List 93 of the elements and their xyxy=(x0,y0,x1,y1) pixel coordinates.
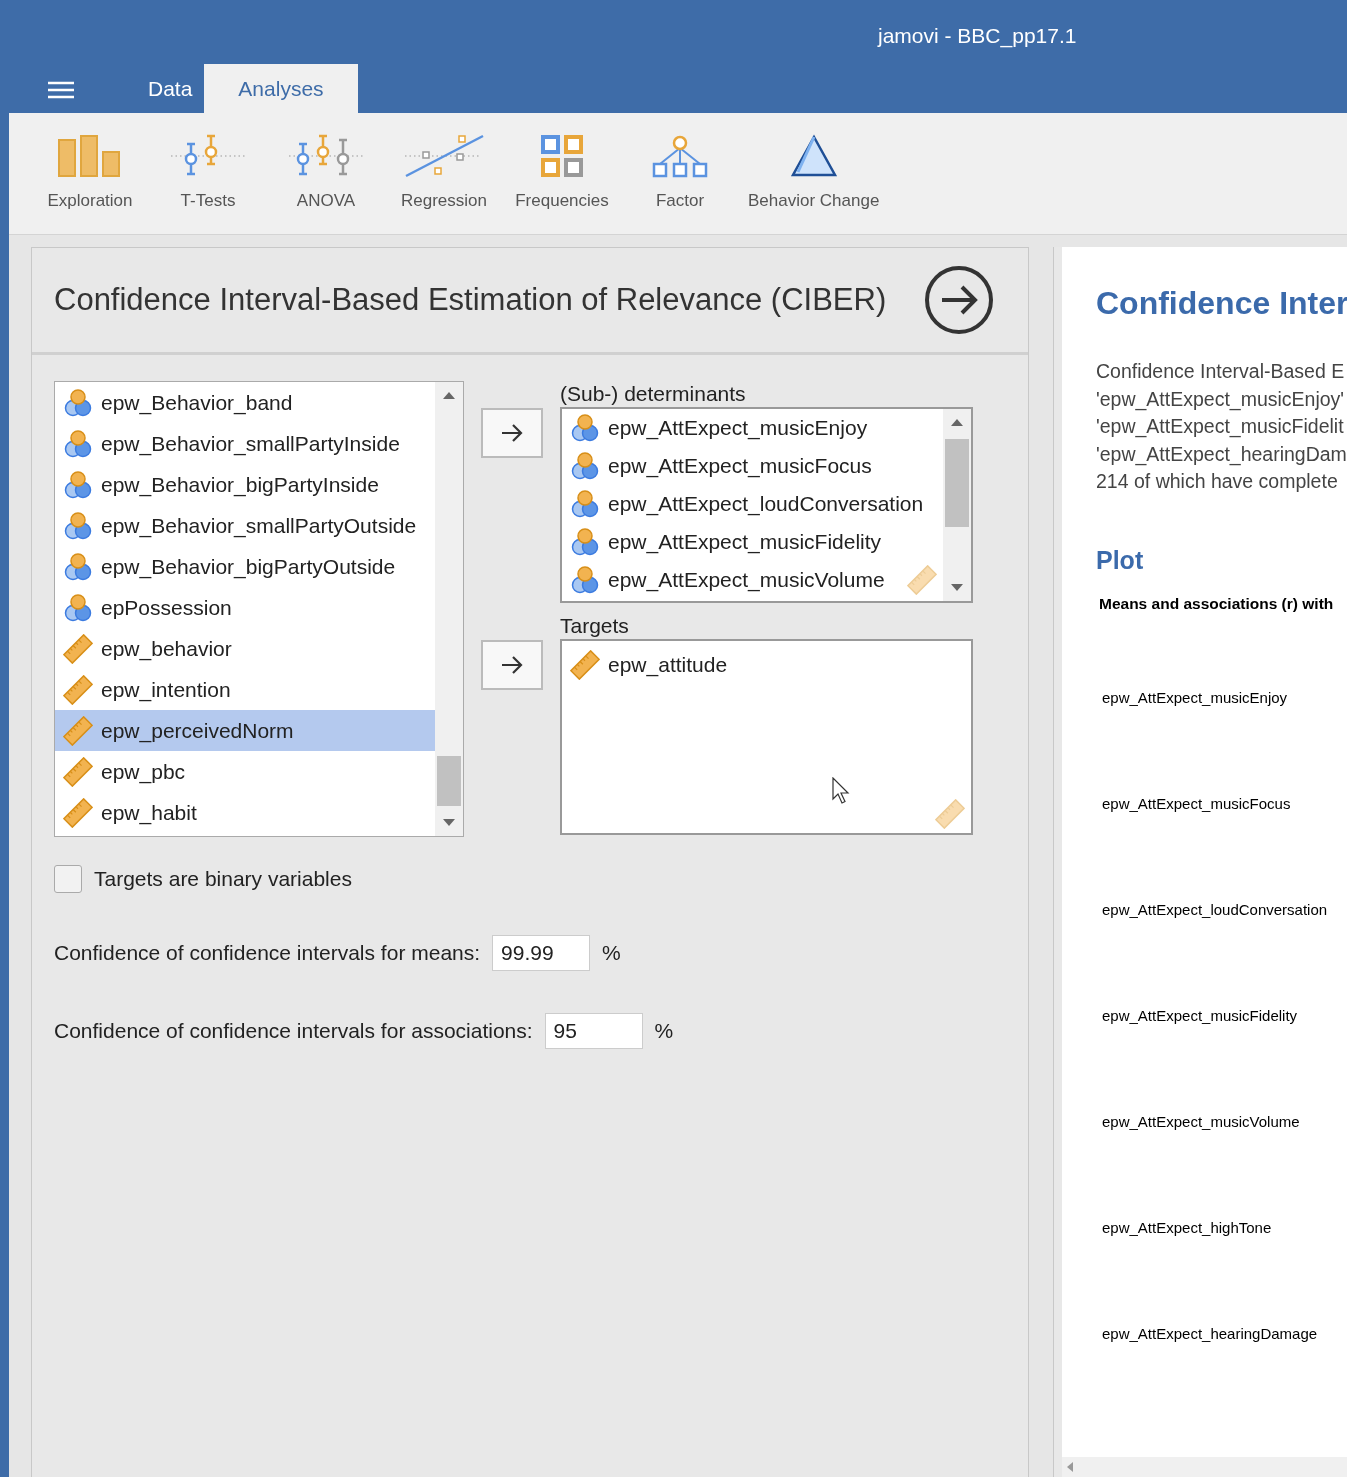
variable-item[interactable]: epw_pbc xyxy=(55,751,435,792)
move-right-button[interactable] xyxy=(481,640,543,690)
tab[interactable]: Analyses xyxy=(204,64,358,113)
plot-axis-label: epw_AttExpect_musicFidelity xyxy=(1102,1006,1299,1026)
variable-name: epw_pbc xyxy=(101,759,186,784)
nominal-variable-icon xyxy=(63,552,93,581)
variable-item[interactable]: epw_behavior xyxy=(55,628,435,669)
variable-name: epw_AttExpect_musicVolume xyxy=(608,568,885,592)
variable-name: epw_Behavior_bigPartyInside xyxy=(101,472,379,497)
field-label: Confidence of confidence intervals for means: xyxy=(54,941,481,965)
variable-name: epPossession xyxy=(101,595,232,620)
number-field[interactable]: 99.99 xyxy=(492,935,591,971)
results-description: Confidence Interval-Based E 'epw_AttExpect_musicEnjoy' 'epw_AttExpect_musicFidelit 'epw_AttExpect_hearingDam 214 of which have complete xyxy=(1096,359,1347,494)
variable-item[interactable]: epw_AttExpect_musicFocus xyxy=(562,447,943,485)
toolbar-button[interactable]: Factor xyxy=(621,113,739,211)
unit-label: % xyxy=(654,1019,674,1043)
variable-name: epw_AttExpect_musicEnjoy xyxy=(608,416,868,440)
nominal-variable-icon xyxy=(63,429,93,458)
list-label: Targets xyxy=(560,613,630,639)
scrollbar[interactable] xyxy=(943,409,971,601)
cursor-icon xyxy=(832,777,850,805)
toolbar-button[interactable]: Behavior Change xyxy=(739,113,889,211)
variable-item[interactable]: epPossession xyxy=(55,587,435,628)
variable-item[interactable]: epw_AttExpect_musicVolume xyxy=(562,561,943,599)
nominal-variable-icon xyxy=(63,470,93,499)
triangle-icon xyxy=(789,134,838,178)
number-field[interactable]: 95 xyxy=(544,1013,643,1049)
variable-item[interactable]: epw_Behavior_smallPartyOutside xyxy=(55,505,435,546)
variable-item[interactable]: epw_Behavior_bigPartyInside xyxy=(55,464,435,505)
variable-item[interactable]: epw_Behavior_smallPartyInside xyxy=(55,423,435,464)
variable-name: epw_AttExpect_loudConversation xyxy=(608,492,924,516)
nominal-variable-icon xyxy=(570,566,600,594)
variable-name: epw_Behavior_bigPartyOutside xyxy=(101,554,396,579)
toolbar-button[interactable]: Exploration xyxy=(31,113,149,211)
unit-label: % xyxy=(602,941,621,965)
variable-name: epw_intention xyxy=(101,677,231,702)
list-label: (Sub-) determinants xyxy=(560,381,747,407)
plot-heading: Plot xyxy=(1096,545,1145,575)
nominal-variable-icon xyxy=(570,452,600,480)
arrow-right-icon xyxy=(501,656,523,674)
variable-item[interactable]: epw_habit xyxy=(55,792,435,833)
variable-item[interactable]: epw_perceivedNorm xyxy=(55,710,435,751)
variable-name: epw_perceivedNorm xyxy=(101,718,294,743)
nominal-variable-icon xyxy=(570,490,600,518)
variable-item[interactable]: epw_AttExpect_musicFidelity xyxy=(562,523,943,561)
plot-title: Means and associations (r) with xyxy=(1099,594,1335,613)
analysis-title: Confidence Interval-Based Estimation of Relevance (CIBER) xyxy=(54,282,887,318)
error-bars-icon xyxy=(169,134,247,178)
plot-axis-label: epw_AttExpect_musicVolume xyxy=(1102,1112,1301,1132)
nominal-variable-icon xyxy=(570,528,600,556)
variable-name: epw_Behavior_smallPartyOutside xyxy=(101,513,417,538)
variable-name: epw_behavior xyxy=(101,636,232,661)
variable-name: epw_AttExpect_musicFocus xyxy=(608,454,872,478)
plot-axis-label: epw_AttExpect_musicEnjoy xyxy=(1102,688,1289,708)
toolbar-button[interactable]: Frequencies xyxy=(503,113,621,211)
horizontal-scrollbar[interactable] xyxy=(1062,1457,1347,1477)
variable-name: epw_Behavior_smallPartyInside xyxy=(101,431,400,456)
menu-icon[interactable] xyxy=(48,81,74,99)
toolbar-button[interactable]: Regression xyxy=(385,113,503,211)
arrow-right-icon xyxy=(501,424,523,442)
checkbox-label: Targets are binary variables xyxy=(94,867,352,891)
bar-chart-icon xyxy=(57,134,123,178)
variable-item[interactable]: epw_attitude xyxy=(562,644,971,685)
nominal-variable-icon xyxy=(63,388,93,417)
scatter-line-icon xyxy=(403,134,485,178)
variable-name: epw_Behavior_band xyxy=(101,390,293,415)
variable-name: epw_attitude xyxy=(608,652,728,677)
checkbox[interactable] xyxy=(54,865,82,893)
tab[interactable]: Data xyxy=(114,64,205,113)
nominal-variable-icon xyxy=(63,593,93,622)
nominal-variable-icon xyxy=(63,511,93,540)
variable-item[interactable]: epw_AttExpect_musicEnjoy xyxy=(562,409,943,447)
variable-name: epw_habit xyxy=(101,800,197,825)
toolbar-button[interactable]: T-Tests xyxy=(149,113,267,211)
grid-squares-icon xyxy=(540,134,584,178)
nominal-variable-icon xyxy=(570,414,600,442)
error-bars-icon xyxy=(287,134,365,178)
scrollbar[interactable] xyxy=(435,382,463,836)
window-title: jamovi - BBC_pp17.1 xyxy=(878,24,1077,48)
scroll-left-icon[interactable] xyxy=(1066,1461,1074,1473)
variable-name: epw_AttExpect_musicFidelity xyxy=(608,530,882,554)
variable-item[interactable]: epw_AttExpect_loudConversation xyxy=(562,485,943,523)
plot-axis-label: epw_AttExpect_musicFocus xyxy=(1102,794,1292,814)
move-right-button[interactable] xyxy=(481,408,543,458)
variable-item[interactable]: epw_Behavior_band xyxy=(55,382,435,423)
plot-axis-label: epw_AttExpect_loudConversation xyxy=(1102,900,1329,920)
hierarchy-icon xyxy=(652,134,708,178)
variable-item[interactable]: epw_Behavior_bigPartyOutside xyxy=(55,546,435,587)
variable-item[interactable]: epw_intention xyxy=(55,669,435,710)
plot-axis-label: epw_AttExpect_hearingDamage xyxy=(1102,1324,1319,1344)
toolbar-button[interactable]: ANOVA xyxy=(267,113,385,211)
plot-axis-label: epw_AttExpect_highTone xyxy=(1102,1218,1273,1238)
field-label: Confidence of confidence intervals for associations: xyxy=(54,1019,533,1043)
